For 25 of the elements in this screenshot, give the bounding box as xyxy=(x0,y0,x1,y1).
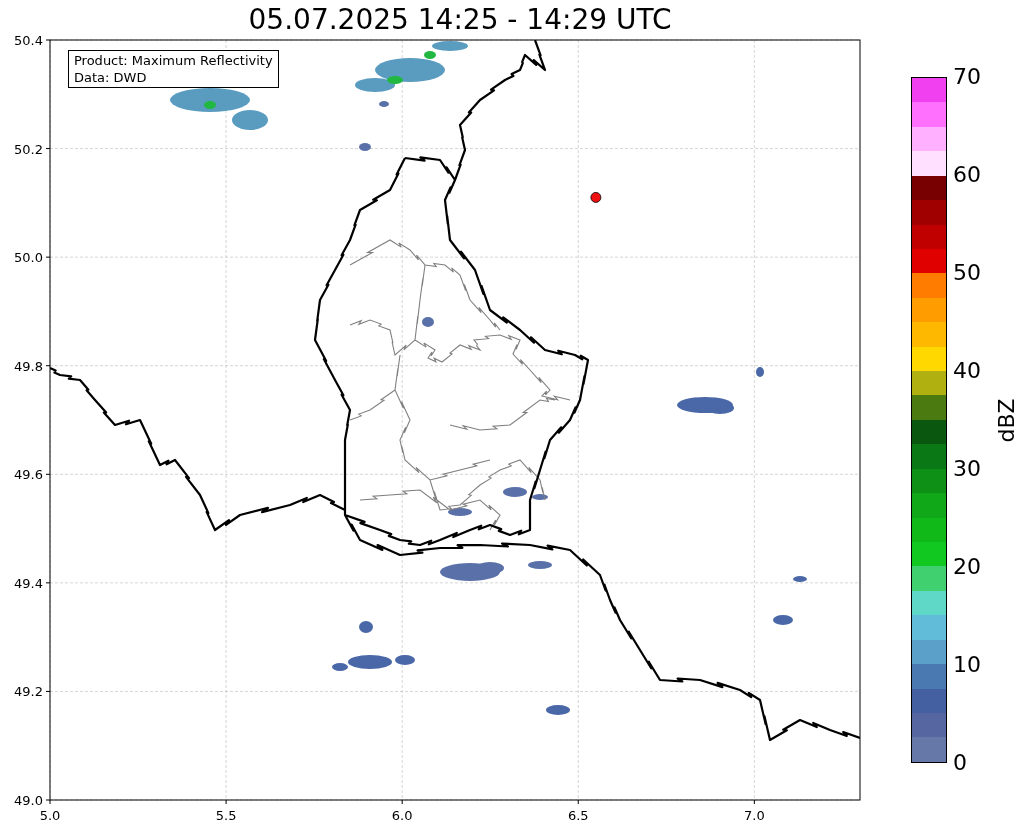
y-tick-label: 49.0 xyxy=(14,793,43,808)
y-tick-label: 49.2 xyxy=(14,684,43,700)
colorbar-tick-label: 40 xyxy=(953,358,981,384)
x-tick-label: 6.5 xyxy=(567,808,589,823)
y-tick-label: 50.0 xyxy=(14,250,43,266)
y-tick-label: 49.8 xyxy=(14,358,43,374)
x-tick-label: 5.0 xyxy=(39,808,61,823)
colorbar-tick-label: 70 xyxy=(953,64,981,90)
colorbar-tick-label: 60 xyxy=(953,162,981,188)
colorbar-tick-label: 20 xyxy=(953,554,981,580)
colorbar-tick-label: 0 xyxy=(953,750,967,776)
y-tick-label: 50.4 xyxy=(14,33,43,48)
y-tick-label: 49.4 xyxy=(14,575,43,591)
colorbar-tick-label: 10 xyxy=(953,652,981,678)
colorbar-label: dBZ xyxy=(992,397,1020,443)
x-tick-label: 5.5 xyxy=(215,808,237,823)
info-text: Product: Maximum Reflectivity xyxy=(74,52,273,69)
x-tick-label: 7.0 xyxy=(744,808,765,823)
x-tick-label: 6.0 xyxy=(391,808,413,823)
y-tick-label: 50.2 xyxy=(14,141,43,157)
colorbar-tick-label: 50 xyxy=(953,260,981,286)
y-tick-label: 49.6 xyxy=(14,467,43,483)
chart-title: 05.07.2025 14:25 - 14:29 UTC xyxy=(248,2,672,30)
info-text: Data: DWD xyxy=(74,69,148,86)
colorbar-tick-label: 30 xyxy=(953,456,981,482)
